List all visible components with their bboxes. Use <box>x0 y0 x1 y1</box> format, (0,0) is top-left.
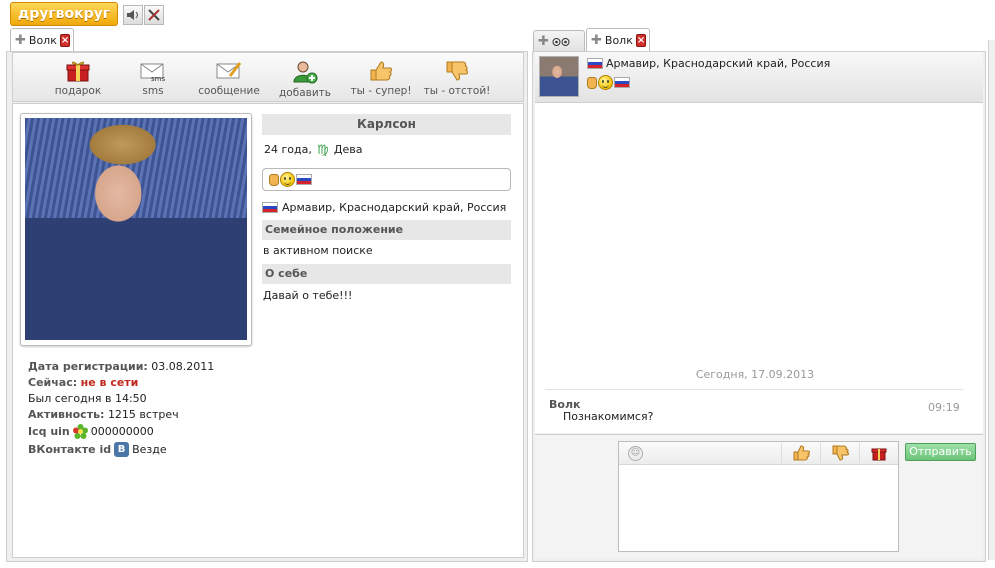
sms-button[interactable]: sms sms <box>118 60 188 104</box>
last-seen: Был сегодня в 14:50 <box>28 392 147 405</box>
registration-date: Дата регистрации: 03.08.2011 <box>28 360 214 373</box>
app-logo[interactable]: другвокруг <box>10 2 118 26</box>
sms-envelope-icon: sms <box>140 63 165 82</box>
thumbs-up-icon <box>370 61 392 81</box>
icq-label: Icq uin <box>28 425 70 438</box>
plus-icon: ✚ <box>538 34 549 49</box>
dislike-button[interactable]: ты - отстой! <box>422 60 492 104</box>
chat-header-status <box>587 75 630 90</box>
tab-chat-volk[interactable]: ✚ Волк × <box>586 28 650 52</box>
online-status: Сейчас: не в сети <box>28 376 138 389</box>
date-divider: Сегодня, 17.09.2013 <box>695 368 815 381</box>
icq-value: 000000000 <box>90 425 154 438</box>
tab-chat-anon[interactable]: ✚ <box>533 30 585 53</box>
hand-icon <box>269 173 279 186</box>
status-value: не в сети <box>80 376 139 389</box>
send-like-button[interactable] <box>782 445 820 461</box>
tab-volk-profile[interactable]: ✚ Волк × <box>10 28 74 52</box>
add-friend-button[interactable]: добавить <box>270 60 340 104</box>
thumbs-up-icon <box>793 445 810 461</box>
about-value: Давай о тебе!!! <box>263 289 353 302</box>
tab-label: Волк <box>604 34 633 47</box>
russia-flag-icon <box>262 202 278 213</box>
add-user-icon <box>293 61 318 84</box>
chat-messages-area[interactable] <box>535 103 983 433</box>
side-window-edge <box>988 40 995 560</box>
thumbs-down-icon <box>446 61 468 81</box>
gift-button[interactable]: подарок <box>43 60 113 104</box>
sms-icon-text: sms <box>151 75 165 82</box>
now-label: Сейчас: <box>28 376 78 389</box>
virgo-icon: ♍ <box>317 143 329 156</box>
sound-button[interactable] <box>123 5 143 25</box>
message-label: сообщение <box>198 85 260 97</box>
status-bubble <box>262 168 511 191</box>
contact-avatar[interactable] <box>539 56 579 97</box>
plus-icon: ✚ <box>591 32 602 48</box>
close-icon[interactable]: × <box>59 34 71 47</box>
dislike-label: ты - отстой! <box>423 85 491 97</box>
activity: Активность: 1215 встреч <box>28 408 179 421</box>
russia-flag-icon <box>587 58 603 69</box>
age-zodiac: 24 года, ♍ Дева <box>264 142 363 157</box>
chat-header-location: Армавир, Краснодарский край, Россия <box>587 57 830 70</box>
plus-icon: ✚ <box>15 32 26 48</box>
compose-toolbar: ☺ <box>619 442 898 465</box>
vk-label: ВКонтакте id <box>28 443 112 456</box>
like-label: ты - супер! <box>350 85 412 97</box>
russia-flag-icon <box>614 77 630 88</box>
icq: Icq uin 000000000 <box>28 424 154 439</box>
smiley-icon <box>598 75 613 90</box>
gift-icon <box>871 448 887 461</box>
about-heading: О себе <box>262 264 511 284</box>
location-text: Армавир, Краснодарский край, Россия <box>282 201 507 214</box>
speaker-icon <box>127 10 138 20</box>
profile-location: Армавир, Краснодарский край, Россия <box>262 201 506 214</box>
tools-icon <box>148 9 160 21</box>
age-text: 24 года, <box>264 142 312 156</box>
gift-icon <box>66 61 90 82</box>
vk-icon: В <box>114 442 130 457</box>
vkontakte: ВКонтакте id В Везде <box>28 442 167 457</box>
compose-message-icon <box>216 62 242 79</box>
send-dislike-button[interactable] <box>821 445 859 461</box>
icq-flower-icon <box>72 424 88 439</box>
owl-eyes-icon <box>552 38 570 46</box>
message-button[interactable]: сообщение <box>194 60 264 104</box>
activity-label: Активность: <box>28 408 105 421</box>
tab-label: Волк <box>28 34 57 47</box>
send-gift-button[interactable] <box>860 445 898 461</box>
chat-location-text: Армавир, Краснодарский край, Россия <box>606 57 831 70</box>
add-label: добавить <box>279 87 331 99</box>
sms-label: sms <box>142 85 164 97</box>
family-heading: Семейное положение <box>262 220 511 240</box>
divider-line <box>545 389 963 390</box>
activity-value: 1215 встреч <box>107 408 179 421</box>
reg-label: Дата регистрации: <box>28 360 148 373</box>
close-icon[interactable]: × <box>635 34 647 47</box>
like-button[interactable]: ты - супер! <box>346 60 416 104</box>
message-time: 09:19 <box>928 401 960 414</box>
profile-name: Карлсон <box>262 114 511 135</box>
message-text: Познакомимся? <box>563 410 654 423</box>
profile-photo[interactable] <box>25 118 247 340</box>
settings-button[interactable] <box>144 5 164 25</box>
family-value: в активном поиске <box>263 244 373 257</box>
emoji-picker-icon[interactable]: ☺ <box>628 445 643 461</box>
send-button[interactable]: Отправить <box>905 443 976 461</box>
zodiac-text: Дева <box>333 142 363 156</box>
vk-value: Везде <box>132 443 167 456</box>
gift-label: подарок <box>54 85 102 97</box>
hand-icon <box>587 76 597 89</box>
smiley-icon <box>280 172 295 187</box>
russia-flag-icon <box>296 174 312 185</box>
reg-value: 03.08.2011 <box>151 360 215 373</box>
svg-text:♍: ♍ <box>317 143 329 156</box>
thumbs-down-icon <box>832 445 849 461</box>
